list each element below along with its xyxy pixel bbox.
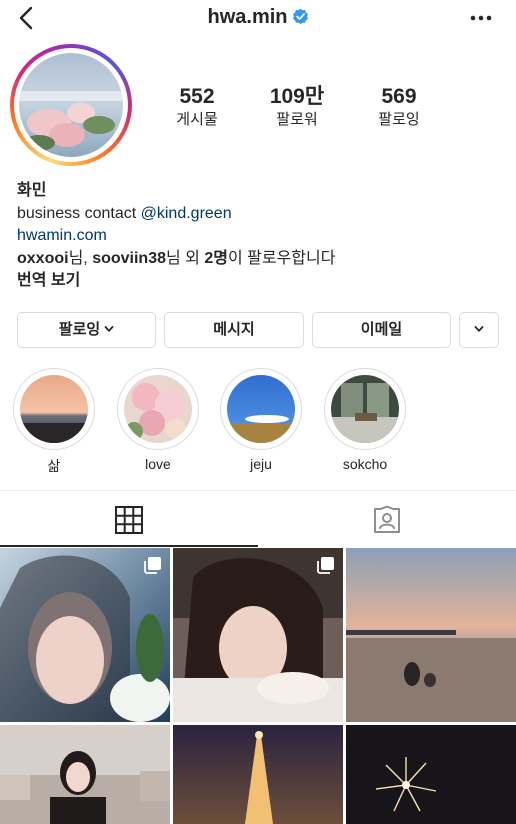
following-count: 569 [381, 85, 417, 108]
stat-posts[interactable]: 552 게시물 [152, 84, 242, 130]
highlight-item[interactable]: love [117, 368, 199, 472]
profile-display-name: 화민 [17, 182, 47, 199]
following-label: 팔로잉 [378, 111, 420, 128]
highlight-item[interactable]: 삶 [13, 368, 95, 476]
email-button-label: 이메일 [360, 321, 403, 338]
tagged-person-icon [374, 505, 400, 533]
followers-count: 109만 [269, 85, 325, 108]
highlight-item[interactable]: jeju [220, 368, 302, 472]
highlight-ring [117, 368, 199, 450]
profile-avatar-story-ring[interactable] [10, 44, 132, 166]
profile-bio: 화민 business contact @kind.green hwamin.c… [17, 180, 335, 293]
post-thumbnail[interactable] [173, 548, 343, 722]
followed-by-suffix: 이 팔로우합니다 [227, 249, 336, 267]
email-button[interactable]: 이메일 [312, 312, 451, 348]
profile-username: hwa.min [207, 6, 288, 28]
posts-count: 552 [179, 85, 215, 108]
post-thumbnail[interactable] [0, 548, 170, 722]
top-bar: hwa.min [0, 0, 516, 40]
post-thumbnail[interactable] [0, 725, 170, 824]
followed-by-sep1: 님, [68, 249, 93, 267]
posts-label: 게시물 [176, 111, 218, 128]
more-options-icon[interactable] [468, 8, 494, 28]
chevron-down-icon [104, 326, 114, 332]
followed-by-line[interactable]: oxxooi님, sooviin38님 외 2명이 팔로우합니다 [17, 248, 335, 271]
highlight-label: sokcho [342, 456, 388, 472]
highlight-ring [13, 368, 95, 450]
suggested-accounts-button[interactable] [459, 312, 499, 348]
multiple-posts-icon [317, 557, 334, 574]
message-button-label: 메시지 [213, 321, 255, 338]
bio-contact-line: business contact @kind.green [17, 203, 335, 226]
highlight-label: jeju [250, 456, 272, 472]
followed-by-count: 2명 [204, 249, 228, 267]
followed-by-sep2: 님 외 [166, 249, 205, 267]
highlight-label: 삶 [47, 458, 61, 474]
avatar-image [19, 53, 123, 157]
highlight-item[interactable]: sokcho [324, 368, 406, 472]
avatar [19, 53, 123, 157]
bio-mention-link[interactable]: @kind.green [141, 205, 232, 222]
post-thumbnail[interactable] [173, 725, 343, 824]
profile-tabs [0, 490, 516, 547]
stat-followers[interactable]: 109만 팔로워 [252, 84, 342, 130]
followed-by-user1[interactable]: oxxooi [17, 250, 69, 267]
website-link[interactable]: hwamin.com [17, 225, 335, 248]
highlight-label: love [145, 456, 171, 472]
bio-contact-text: business contact [17, 204, 141, 222]
message-button[interactable]: 메시지 [164, 312, 304, 348]
highlight-thumbnail [124, 375, 192, 443]
stat-following[interactable]: 569 팔로잉 [354, 84, 444, 130]
tab-tagged[interactable] [258, 491, 516, 547]
verified-badge-icon [292, 8, 308, 24]
followers-label: 팔로워 [276, 111, 318, 128]
post-thumbnail[interactable] [346, 548, 516, 722]
multiple-posts-icon [144, 557, 161, 574]
translate-link[interactable]: 번역 보기 [17, 270, 335, 293]
highlight-thumbnail [227, 375, 295, 443]
grid-icon [115, 506, 143, 534]
chevron-down-icon [474, 326, 484, 332]
following-button[interactable]: 팔로잉 [17, 312, 156, 348]
highlight-ring [220, 368, 302, 450]
followed-by-user2[interactable]: sooviin38 [92, 250, 166, 267]
profile-header-title: hwa.min [0, 6, 516, 29]
tab-grid[interactable] [0, 491, 258, 547]
following-button-label: 팔로잉 [58, 321, 101, 338]
highlight-thumbnail [331, 375, 399, 443]
post-thumbnail[interactable] [346, 725, 516, 824]
highlight-ring [324, 368, 406, 450]
highlight-thumbnail [20, 375, 88, 443]
